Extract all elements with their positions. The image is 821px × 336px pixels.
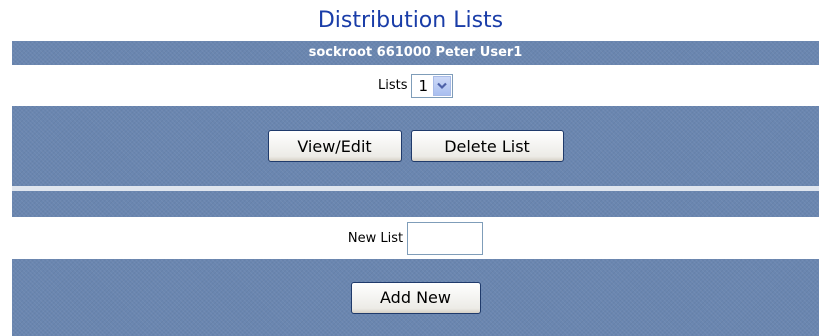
new-list-row: New List <box>12 217 819 259</box>
list-actions-row: View/Edit Delete List <box>12 106 819 186</box>
delete-list-button[interactable]: Delete List <box>410 130 564 162</box>
lists-select-value: 1 <box>418 76 429 95</box>
new-list-label: New List <box>347 230 404 246</box>
lists-select[interactable]: 1 <box>411 73 454 98</box>
page-title: Distribution Lists <box>317 8 504 33</box>
lists-row: Lists 1 <box>12 65 819 106</box>
lists-label: Lists <box>377 78 408 93</box>
user-header: sockroot 661000 Peter User1 <box>12 41 819 65</box>
add-row: Add New <box>12 259 819 336</box>
view-edit-button[interactable]: View/Edit <box>267 130 402 162</box>
distribution-lists-page: Distribution Lists sockroot 661000 Peter… <box>0 0 821 336</box>
chevron-down-icon[interactable] <box>433 75 452 96</box>
user-header-text: sockroot 661000 Peter User1 <box>308 45 523 60</box>
section-spacer <box>12 191 819 217</box>
new-list-input[interactable] <box>407 221 484 255</box>
add-new-button[interactable]: Add New <box>350 281 481 314</box>
